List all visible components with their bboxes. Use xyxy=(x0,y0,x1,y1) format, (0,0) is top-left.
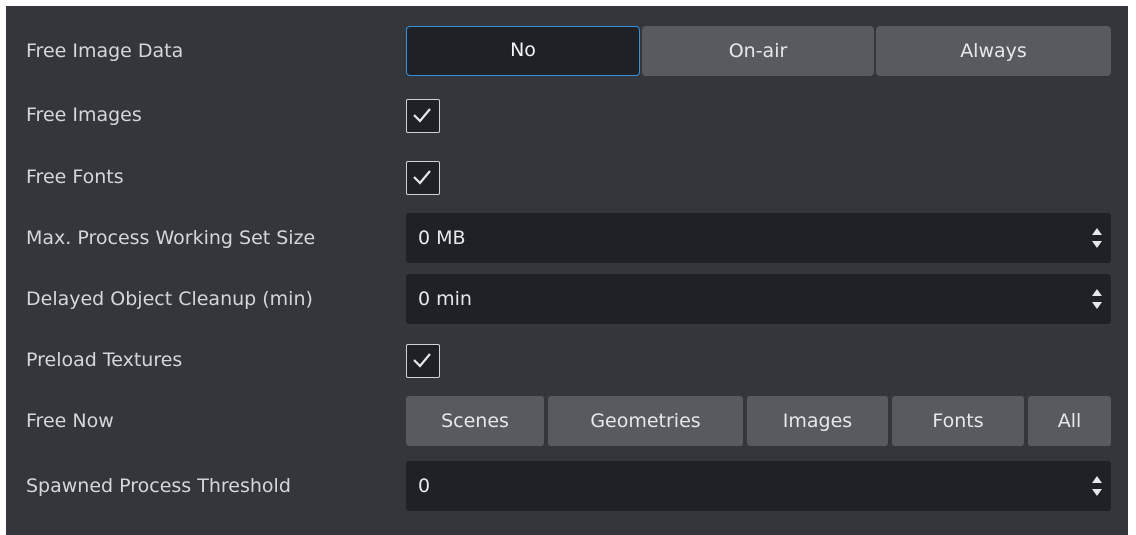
delayed-cleanup-label: Delayed Object Cleanup (min) xyxy=(26,288,313,310)
spawned-threshold-label: Spawned Process Threshold xyxy=(26,475,291,497)
free-all-button[interactable]: All xyxy=(1028,396,1111,446)
delayed-cleanup-spinbox[interactable]: 0 min xyxy=(406,274,1111,324)
free-image-data-option-on-air[interactable]: On-air xyxy=(642,26,874,76)
free-scenes-button[interactable]: Scenes xyxy=(406,396,544,446)
settings-panel: Free Image Data No On-air Always Free Im… xyxy=(6,6,1128,535)
free-image-data-option-always[interactable]: Always xyxy=(876,26,1111,76)
preload-textures-checkbox[interactable] xyxy=(406,344,440,378)
checkmark-icon xyxy=(413,170,431,185)
max-working-set-label: Max. Process Working Set Size xyxy=(26,227,316,249)
free-image-data-option-no[interactable]: No xyxy=(406,26,640,76)
free-images-button[interactable]: Images xyxy=(747,396,888,446)
free-fonts-checkbox[interactable] xyxy=(406,161,440,195)
up-down-arrows-icon[interactable] xyxy=(1091,287,1103,311)
free-geometries-button[interactable]: Geometries xyxy=(548,396,743,446)
delayed-cleanup-value: 0 min xyxy=(418,288,472,310)
checkmark-icon xyxy=(413,108,431,123)
max-working-set-spinbox[interactable]: 0 MB xyxy=(406,213,1111,263)
free-fonts-button[interactable]: Fonts xyxy=(892,396,1024,446)
up-down-arrows-icon[interactable] xyxy=(1091,226,1103,250)
max-working-set-value: 0 MB xyxy=(418,227,466,249)
up-down-arrows-icon[interactable] xyxy=(1091,474,1103,498)
spawned-threshold-spinbox[interactable]: 0 xyxy=(406,461,1111,511)
spawned-threshold-value: 0 xyxy=(418,475,431,497)
preload-textures-label: Preload Textures xyxy=(26,349,183,371)
free-now-label: Free Now xyxy=(26,410,114,432)
free-fonts-label: Free Fonts xyxy=(26,166,124,188)
free-image-data-label: Free Image Data xyxy=(26,40,184,62)
checkmark-icon xyxy=(413,353,431,368)
free-images-checkbox[interactable] xyxy=(406,99,440,133)
free-images-label: Free Images xyxy=(26,104,142,126)
